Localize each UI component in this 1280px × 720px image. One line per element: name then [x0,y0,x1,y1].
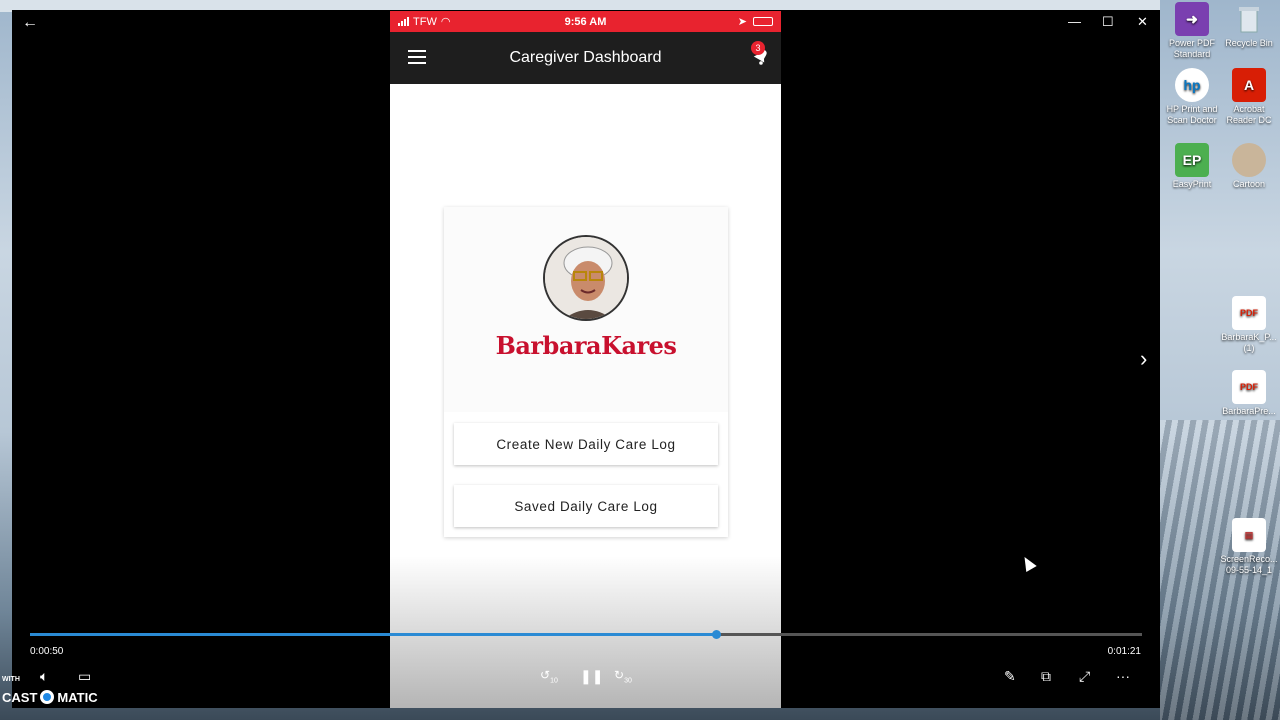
create-daily-care-log-button[interactable]: Create New Daily Care Log [454,423,718,465]
next-chevron-icon[interactable]: › [1140,346,1147,372]
close-icon[interactable]: ✕ [1137,14,1148,30]
pause-icon[interactable]: ❚❚ [580,668,603,685]
phone-screen: TFW ◠ 9:56 AM ➤ Caregiver Dashboard 3 Ba… [390,11,781,708]
desktop-icon-hp-print-scan[interactable]: hp HP Print and Scan Doctor [1162,68,1222,126]
menu-icon[interactable] [408,50,426,64]
rewind-10-icon[interactable]: ↺10 [540,668,558,684]
back-arrow-icon[interactable]: ← [22,14,38,32]
desktop-icon-easyprint[interactable]: EP EasyPrint [1162,143,1222,190]
seek-bar-progress [30,633,717,636]
saved-daily-care-log-button[interactable]: Saved Daily Care Log [454,485,718,527]
desktop-icon-barbarapre-pdf[interactable]: PDF BarbaraPre... [1219,370,1279,417]
status-bar: TFW ◠ 9:56 AM ➤ [390,11,781,32]
minimize-icon[interactable]: — [1068,14,1081,29]
more-options-icon[interactable]: ··· [1116,668,1130,684]
forward-30-icon[interactable]: ↻30 [614,668,632,684]
app-bar: Caregiver Dashboard 3 [390,32,781,84]
acrobat-icon: A [1232,68,1266,102]
total-time: 0:01:21 [1107,646,1141,657]
page-title: Caregiver Dashboard [509,49,662,66]
castomatic-watermark: WITH CAST MATIC [2,676,98,705]
brand-logo-text: BarbaraKares [495,331,677,360]
castomatic-logo-icon [40,690,55,704]
seek-bar[interactable] [30,630,1142,639]
mini-view-icon[interactable]: ⧉ [1041,668,1051,685]
controls-overlay-gradient [390,556,781,708]
notification-badge: 3 [751,41,765,55]
desktop-icon-power-pdf[interactable]: ➜ Power PDF Standard [1162,2,1222,60]
cartoon-avatar-icon [1232,143,1266,177]
maximize-icon[interactable]: ☐ [1102,14,1114,30]
desktop-icon-recycle-bin[interactable]: Recycle Bin [1219,2,1279,49]
edit-pencil-icon[interactable]: ✎ [1004,668,1016,685]
captions-icon[interactable]: ▭ [78,668,91,685]
desktop-icon-barbarak-pdf[interactable]: PDF BarbaraK_P... (1) [1219,296,1279,354]
video-file-icon: ▤ [1232,518,1266,552]
desktop-icon-cartoon[interactable]: Cartoon [1219,143,1279,190]
desktop-icon-acrobat[interactable]: A Acrobat Reader DC [1219,68,1279,126]
grandmother-avatar-image [543,235,629,321]
fullscreen-icon[interactable]: ⤢ [1079,668,1090,685]
dashboard-card: BarbaraKares Create New Daily Care Log S… [444,207,728,537]
status-time: 9:56 AM [564,15,607,28]
hp-logo-icon: hp [1175,68,1209,102]
easyprint-icon: EP [1175,143,1209,177]
desktop-icon-screen-recording[interactable]: ▤ ScreenReco... 09-55-14_1 [1219,518,1279,576]
volume-icon[interactable]: 🔈︎ [40,668,48,685]
current-time: 0:00:50 [30,646,64,657]
pdf-file-icon: PDF [1232,296,1266,330]
recycle-bin-icon [1232,2,1266,36]
pdf-file-icon: PDF [1232,370,1266,404]
logo-area: BarbaraKares [444,207,728,412]
power-pdf-icon: ➜ [1175,2,1209,36]
